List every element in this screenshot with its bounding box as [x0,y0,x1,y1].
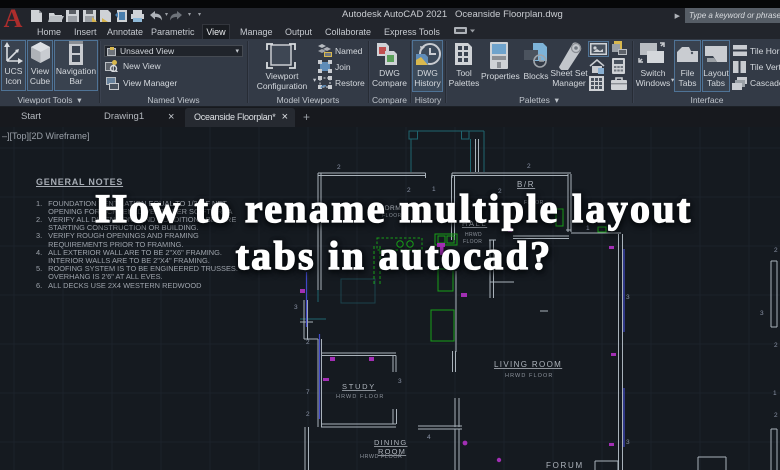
svg-text:1: 1 [773,390,777,397]
svg-text:2: 2 [306,411,310,418]
svg-text:4: 4 [427,434,431,441]
svg-text:HRWD FLOOR: HRWD FLOOR [360,454,402,460]
svg-text:3: 3 [294,304,298,311]
svg-text:A: A [4,7,23,29]
svg-text:2: 2 [306,339,310,346]
svg-text:3: 3 [626,294,630,301]
svg-text:STUDY: STUDY [342,382,376,391]
svg-text:7: 7 [306,389,310,396]
svg-text:2: 2 [774,412,778,419]
svg-text:2: 2 [527,163,531,170]
svg-text:3: 3 [626,439,630,446]
svg-text:HRWD FLOOR: HRWD FLOOR [505,373,553,379]
svg-text:3: 3 [398,378,402,385]
svg-text:HRWD FLOOR: HRWD FLOOR [336,394,384,400]
svg-text:3: 3 [760,310,764,317]
svg-text:DINING: DINING [374,438,407,447]
svg-text:FORUM: FORUM [546,461,584,470]
svg-text:2: 2 [337,164,341,171]
svg-text:LIVING ROOM: LIVING ROOM [494,360,562,369]
svg-text:2: 2 [774,342,778,349]
